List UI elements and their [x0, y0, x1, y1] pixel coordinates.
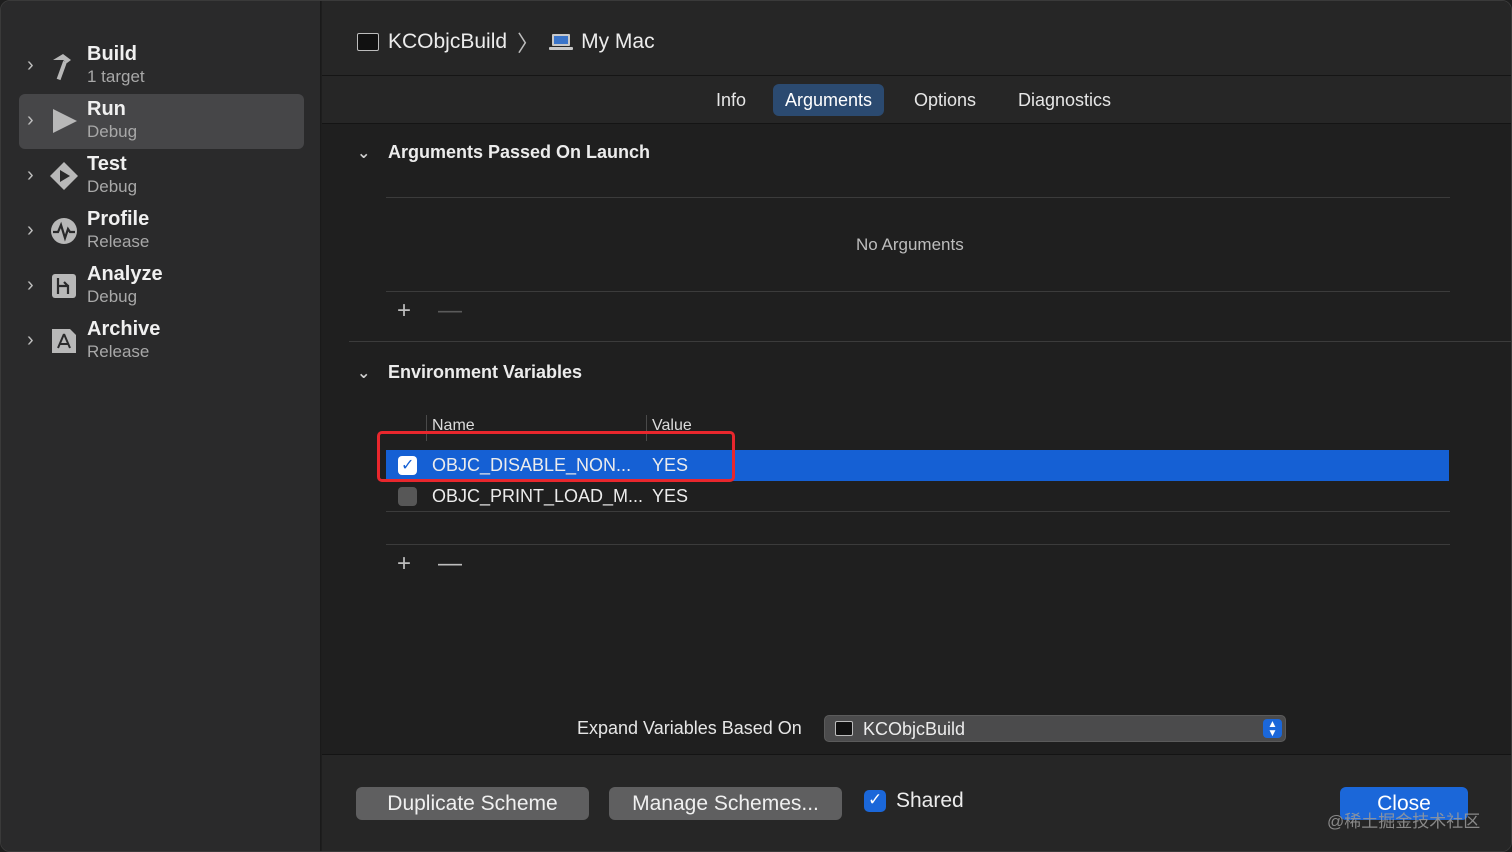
divider: [386, 197, 1450, 198]
shared-toggle[interactable]: ✓ Shared: [864, 789, 964, 813]
environment-section-header[interactable]: ⌄ Environment Variables: [357, 362, 582, 383]
sidebar-item-title: Run: [87, 98, 126, 120]
scheme-editor-window: › Build 1 target › Run Debug › Test Debu…: [0, 0, 1512, 852]
expand-variables-label: Expand Variables Based On: [577, 718, 802, 738]
red-highlight-annotation: [377, 431, 735, 482]
sidebar-item-run[interactable]: › Run Debug: [19, 94, 304, 149]
arguments-section-header[interactable]: ⌄ Arguments Passed On Launch: [357, 142, 650, 163]
chevron-right-icon[interactable]: ›: [27, 165, 41, 185]
divider: [386, 511, 1450, 512]
sidebar-item-build[interactable]: › Build 1 target: [19, 39, 304, 94]
tab-diagnostics[interactable]: Diagnostics: [1006, 84, 1123, 116]
add-argument-button[interactable]: +: [397, 299, 411, 323]
remove-env-var-button[interactable]: —: [438, 552, 462, 576]
hammer-icon: [53, 54, 71, 81]
env-var-row[interactable]: OBJC_PRINT_LOAD_M... YES: [386, 481, 1449, 512]
waveform-icon: [51, 218, 77, 244]
scheme-breadcrumb-bar: KCObjcBuild 〉 My Mac: [322, 1, 1511, 76]
watermark-text: @稀土掘金技术社区: [1327, 812, 1481, 831]
terminal-app-icon: [357, 33, 379, 51]
scheme-action-sidebar: › Build 1 target › Run Debug › Test Debu…: [1, 1, 321, 851]
archive-icon: [52, 329, 76, 353]
sidebar-item-subtitle: Debug: [87, 122, 138, 141]
chevron-right-icon[interactable]: ›: [27, 220, 41, 240]
breadcrumb-destination[interactable]: My Mac: [581, 30, 655, 54]
sidebar-item-title: Analyze: [87, 263, 163, 285]
breadcrumb-scheme[interactable]: KCObjcBuild: [388, 30, 507, 54]
section-divider: [349, 341, 1511, 342]
remove-argument-button[interactable]: —: [438, 299, 462, 323]
sidebar-item-subtitle: Debug: [87, 287, 138, 306]
environment-section-title: Environment Variables: [388, 362, 583, 382]
tab-options[interactable]: Options: [902, 84, 988, 116]
sidebar-item-profile[interactable]: › Profile Release: [19, 204, 304, 259]
expand-variables-popup[interactable]: KCObjcBuild ▲ ▼: [824, 715, 1286, 742]
popup-arrows-icon[interactable]: ▲ ▼: [1263, 719, 1282, 739]
sidebar-item-title: Build: [87, 43, 137, 65]
tab-info[interactable]: Info: [704, 84, 758, 116]
chevron-right-icon[interactable]: ›: [27, 110, 41, 130]
sidebar-item-analyze[interactable]: › Analyze Debug: [19, 259, 304, 314]
divider: [386, 291, 1450, 292]
manage-schemes-button[interactable]: Manage Schemes...: [609, 787, 842, 820]
sidebar-item-subtitle: Release: [87, 232, 150, 251]
env-var-value[interactable]: YES: [652, 486, 688, 507]
sidebar-item-subtitle: 1 target: [87, 67, 145, 86]
expand-variables-value: KCObjcBuild: [863, 719, 966, 739]
shared-label: Shared: [896, 789, 964, 812]
laptop-icon: [549, 34, 574, 50]
sidebar-item-subtitle: Release: [87, 342, 150, 361]
chevron-down-icon[interactable]: ⌄: [357, 363, 371, 383]
chevron-right-icon[interactable]: ›: [27, 275, 41, 295]
footer-bar: Duplicate Scheme Manage Schemes... ✓ Sha…: [322, 754, 1511, 851]
terminal-app-icon: [835, 721, 853, 736]
env-var-enabled-checkbox[interactable]: [398, 487, 417, 506]
no-arguments-text: No Arguments: [856, 235, 964, 254]
breadcrumb-separator: 〉: [517, 31, 540, 56]
sidebar-item-title: Test: [87, 153, 127, 175]
checkmark-icon: ✓: [868, 790, 883, 809]
scheme-editor-main: KCObjcBuild 〉 My Mac Info Arguments Opti…: [322, 1, 1511, 851]
breadcrumb[interactable]: KCObjcBuild 〉 My Mac: [357, 27, 655, 57]
add-env-var-button[interactable]: +: [397, 552, 411, 576]
sidebar-item-test[interactable]: › Test Debug: [19, 149, 304, 204]
arguments-section-title: Arguments Passed On Launch: [388, 142, 651, 162]
divider: [386, 544, 1450, 545]
chevron-down-icon[interactable]: ⌄: [357, 143, 371, 163]
shared-checkbox[interactable]: ✓: [864, 790, 886, 812]
chevron-right-icon[interactable]: ›: [27, 55, 41, 75]
env-var-name[interactable]: OBJC_PRINT_LOAD_M...: [432, 486, 643, 507]
sidebar-item-title: Profile: [87, 208, 150, 230]
scheme-tab-bar: Info Arguments Options Diagnostics: [322, 76, 1511, 124]
play-icon: [53, 109, 77, 133]
chevron-right-icon[interactable]: ›: [27, 330, 41, 350]
duplicate-scheme-button[interactable]: Duplicate Scheme: [356, 787, 589, 820]
tab-arguments[interactable]: Arguments: [773, 84, 885, 116]
sidebar-item-archive[interactable]: › Archive Release: [19, 314, 304, 369]
analyze-icon: [52, 274, 76, 298]
sidebar-item-title: Archive: [87, 318, 161, 340]
sidebar-item-subtitle: Debug: [87, 177, 138, 196]
test-diamond-icon: [50, 162, 78, 190]
